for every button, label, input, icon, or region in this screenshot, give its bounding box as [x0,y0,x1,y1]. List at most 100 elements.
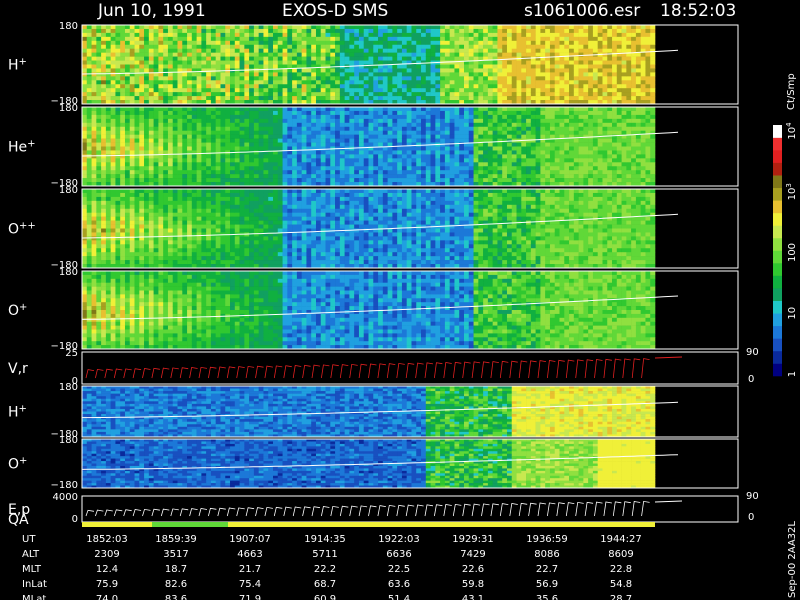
heatmap-cell [631,126,637,131]
heatmap-cell [163,126,169,131]
heatmap-cell [120,189,126,194]
heatmap-cell [349,162,355,167]
heatmap-cell [82,25,88,30]
heatmap-cell [435,56,441,61]
heatmap-cell [468,138,474,143]
heatmap-cell [487,142,493,147]
heatmap-cell [578,130,584,135]
heatmap-cell [607,158,613,163]
heatmap-cell [325,68,331,73]
heatmap-cell [578,114,584,120]
heatmap-cell [597,36,603,42]
heatmap-cell [263,138,269,143]
heatmap-cell [220,142,226,147]
heatmap-cell [378,130,384,135]
heatmap-cell [320,107,326,112]
heatmap-cell [101,170,107,175]
heatmap-cell [124,84,131,89]
heatmap-cell [440,107,446,112]
heatmap-cell [273,134,279,139]
heatmap-cell [325,52,331,57]
heatmap-cell [315,25,322,30]
heatmap-cell [287,36,293,42]
heatmap-cell [344,158,350,163]
heatmap-cell [182,107,188,112]
heatmap-cell [583,64,589,69]
heatmap-cell [597,154,603,159]
heatmap-cell [392,118,398,124]
heatmap-cell [344,44,350,49]
heatmap-cell [86,216,92,221]
heatmap-cell [425,84,431,89]
heatmap-cell [588,92,594,97]
heatmap-cell [621,80,627,85]
heatmap-cell [163,28,169,34]
heatmap-cell [468,174,474,179]
heatmap-cell [406,166,412,171]
heatmap-cell [258,118,264,124]
heatmap-cell [373,32,379,38]
heatmap-cell [96,189,102,194]
heatmap-cell [535,118,541,124]
heatmap-cell [358,126,365,131]
heatmap-cell [425,138,431,143]
heatmap-cell [139,92,145,97]
heatmap-cell [430,52,436,57]
heatmap-cell [115,48,121,53]
heatmap-cell [511,166,517,171]
heatmap-cell [120,88,126,93]
heatmap-cell [311,68,317,73]
heatmap-cell [110,48,116,53]
heatmap-cell [253,40,259,46]
heatmap-cell [564,32,570,38]
heatmap-cell [358,52,365,57]
heatmap-cell [368,76,374,81]
heatmap-cell [191,84,197,89]
heatmap-cell [368,126,374,131]
heatmap-cell [311,174,317,179]
heatmap-cell [454,130,460,135]
heatmap-cell [301,88,307,93]
heatmap-cell [292,110,298,116]
heatmap-cell [549,80,556,85]
heatmap-cell [358,118,365,124]
heatmap-cell [172,158,178,163]
heatmap-cell [464,122,470,128]
heatmap-cell [530,56,536,61]
heatmap-cell [239,48,245,53]
heatmap-cell [459,178,465,183]
heatmap-cell [459,28,465,34]
heatmap-cell [368,48,374,53]
heatmap-cell [210,118,217,124]
heatmap-cell [277,170,283,175]
heatmap-cell [311,40,317,46]
heatmap-cell [96,142,102,147]
heatmap-cell [583,142,589,147]
heatmap-cell [578,80,584,85]
heatmap-cell [416,134,422,139]
heatmap-cell [444,40,450,46]
heatmap-cell [239,36,245,42]
heatmap-cell [244,107,250,112]
heatmap-cell [234,146,240,151]
heatmap-cell [411,118,417,124]
heatmap-cell [554,170,560,175]
heatmap-cell [392,76,398,81]
heatmap-cell [277,107,283,112]
heatmap-cell [263,154,269,159]
heatmap-cell [382,36,388,42]
heatmap-cell [511,150,517,155]
heatmap-cell [335,110,341,116]
heatmap-cell [101,162,107,167]
heatmap-cell [105,60,111,65]
heatmap-cell [468,88,474,93]
heatmap-cell [612,64,618,69]
heatmap-cell [120,84,126,89]
heatmap-cell [401,146,408,151]
heatmap-cell [382,178,388,183]
heatmap-cell [535,122,541,128]
heatmap-cell [315,134,322,139]
heatmap-cell [120,40,126,46]
heatmap-cell [382,114,388,120]
heatmap-cell [444,118,450,124]
